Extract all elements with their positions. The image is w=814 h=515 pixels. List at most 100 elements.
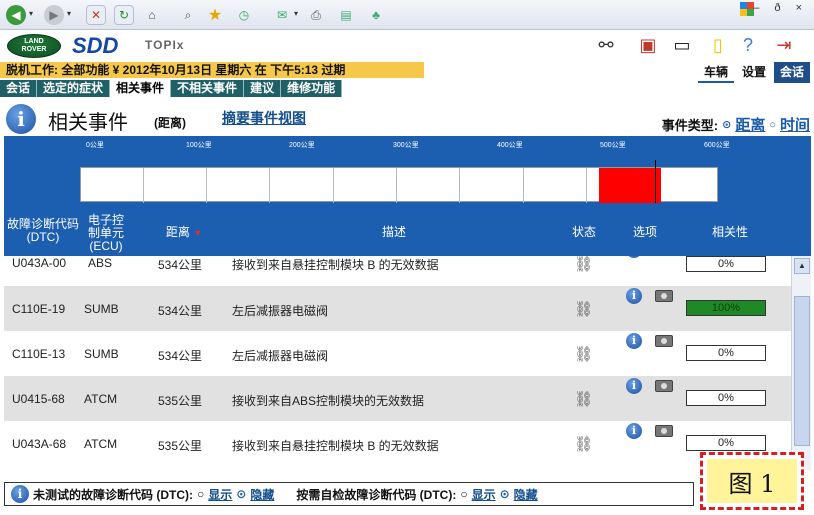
tab-recommendations[interactable]: 建议	[244, 80, 282, 97]
row-description: 接收到来自ABS控制模块的无效数据	[232, 394, 425, 408]
event-type-time[interactable]: 时间	[780, 114, 810, 135]
nav-session[interactable]: 会话	[773, 62, 810, 83]
favorites-icon[interactable]: ★	[205, 5, 225, 25]
col-dtc[interactable]: 故障诊断代码 (DTC)	[4, 218, 82, 244]
title-row: i 相关事件 (距离) 摘要事件视图 事件类型: ⊙ 距离 ○ 时间	[0, 100, 814, 136]
edit-icon[interactable]: ▤	[336, 5, 356, 25]
help-icon[interactable]: ?	[734, 32, 762, 58]
camera-icon[interactable]	[655, 335, 673, 347]
info-icon[interactable]: i	[626, 423, 642, 439]
radio-on-icon[interactable]: ⊙	[500, 487, 510, 501]
row-dtc: C110E-13	[12, 347, 66, 361]
summary-view-link[interactable]: 摘要事件视图	[222, 108, 306, 128]
vehicle-data-icon[interactable]: ▣	[634, 32, 662, 58]
info-icon[interactable]: i	[626, 378, 642, 394]
print-icon[interactable]: ⎙	[306, 5, 326, 25]
tab-unrelated-events[interactable]: 不相关事件	[171, 80, 245, 97]
scale-label: 400公里	[497, 142, 523, 149]
row-dtc: C110E-19	[12, 302, 66, 316]
brand-logo: LAND ROVER	[7, 34, 61, 58]
tab-selected-symptoms[interactable]: 选定的症状	[37, 80, 111, 97]
browser-toolbar: ◀ ▾ ▶ ▾ ✕ ↻ ⌂ ⌕ ★ ◷ ✉ ▾ ⎙ ▤ ♣ – ð ×	[0, 0, 814, 30]
table-row[interactable]: U0415-68 ATCM 535公里 接收到来自ABS控制模块的无效数据 ⛓ …	[4, 376, 791, 421]
col-relevance[interactable]: 相关性	[700, 226, 760, 239]
status-icon: ⛓	[574, 301, 594, 318]
exit-icon[interactable]: ⇥	[770, 32, 798, 58]
camera-icon[interactable]	[655, 425, 673, 437]
product-name: TOPIx	[145, 38, 185, 52]
mail-dropdown-icon[interactable]: ▾	[294, 9, 298, 18]
back-button[interactable]: ◀	[6, 5, 26, 25]
figure-label: 图 1	[707, 459, 797, 503]
camera-icon[interactable]	[655, 380, 673, 392]
table-row[interactable]: U043A-68 ATCM 535公里 接收到来自悬挂控制模块 B 的无效数据 …	[4, 421, 791, 466]
tab-repair-functions[interactable]: 维修功能	[281, 80, 343, 97]
timeline-tick	[523, 168, 524, 203]
info-icon[interactable]: i	[626, 333, 642, 349]
time-radio-icon[interactable]: ○	[769, 119, 776, 131]
untested-show-option[interactable]: 显示	[208, 486, 232, 503]
window-controls[interactable]: – ð ×	[753, 2, 808, 14]
search-icon[interactable]: ⌕	[178, 5, 198, 25]
col-description[interactable]: 描述	[364, 226, 424, 239]
row-distance: 534公里	[158, 349, 203, 363]
back-dropdown-icon[interactable]: ▾	[29, 9, 33, 18]
history-icon[interactable]: ◷	[234, 5, 254, 25]
table-row[interactable]: C110E-19 SUMB 534公里 左后减振器电磁阀 ⛓ i 100%	[4, 286, 791, 331]
session-status: 脱机工作: 全部功能 ¥ 2012年10月13日 星期六 在 下午5:13 过期	[0, 62, 424, 78]
status-icon: ⛓	[574, 346, 594, 363]
radio-off-icon[interactable]: ○	[460, 487, 467, 501]
untested-hide-option[interactable]: 隐藏	[250, 486, 274, 503]
home-icon[interactable]: ⌂	[142, 5, 162, 25]
row-ecu: ATCM	[84, 392, 118, 406]
figure-label-frame: 图 1	[700, 452, 804, 510]
row-description: 接收到来自悬挂控制模块 B 的无效数据	[232, 439, 439, 453]
event-timeline: 0公里 100公里 200公里 300公里 400公里 500公里 600公里	[4, 136, 811, 212]
info-icon[interactable]: i	[6, 104, 36, 134]
current-odometer-marker	[655, 160, 656, 203]
col-ecu[interactable]: 电子控 制单元 (ECU)	[82, 214, 130, 253]
messenger-icon[interactable]: ♣	[366, 5, 386, 25]
forward-dropdown-icon[interactable]: ▾	[67, 9, 71, 18]
timeline-tick	[143, 168, 144, 203]
info-icon[interactable]: i	[626, 288, 642, 304]
col-distance[interactable]: 距离 ▼	[154, 226, 214, 240]
scroll-thumb[interactable]	[794, 296, 810, 446]
row-distance: 534公里	[158, 304, 203, 318]
list-scrollbar[interactable]: ▲	[791, 256, 811, 470]
row-description: 左后减振器电磁阀	[232, 349, 329, 363]
radio-off-icon[interactable]: ○	[197, 487, 204, 501]
timeline-tick	[333, 168, 334, 203]
mail-icon[interactable]: ✉	[272, 5, 292, 25]
timeline-tick	[269, 168, 270, 203]
timeline-track[interactable]	[80, 160, 718, 203]
tab-related-events[interactable]: 相关事件	[110, 80, 172, 97]
tab-session[interactable]: 会话	[0, 80, 38, 97]
info-icon[interactable]: i	[11, 485, 29, 503]
camera-icon[interactable]	[655, 290, 673, 302]
nav-settings[interactable]: 设置	[735, 62, 772, 83]
event-type-distance[interactable]: 距离	[735, 114, 765, 135]
battery-icon[interactable]: ▭	[668, 32, 696, 58]
sort-desc-icon[interactable]: ▼	[193, 228, 202, 238]
nav-vehicle[interactable]: 车辆	[697, 62, 734, 83]
event-type-selector: 事件类型: ⊙ 距离 ○ 时间	[662, 114, 810, 135]
stop-icon[interactable]: ✕	[86, 5, 106, 25]
row-dtc: U0415-68	[12, 392, 65, 406]
scroll-up-icon[interactable]: ▲	[794, 258, 810, 274]
connection-icon[interactable]: ⚯	[592, 32, 620, 58]
table-row[interactable]: C110E-13 SUMB 534公里 左后减振器电磁阀 ⛓ i 0%	[4, 331, 791, 376]
refresh-icon[interactable]: ↻	[114, 5, 134, 25]
row-distance: 534公里	[158, 258, 203, 272]
event-hit-range[interactable]	[599, 168, 661, 203]
info-icon[interactable]: i	[626, 256, 642, 258]
status-icon: ⛓	[574, 391, 594, 408]
ondemand-hide-option[interactable]: 隐藏	[514, 486, 538, 503]
radio-on-icon[interactable]: ⊙	[236, 487, 246, 501]
forward-button[interactable]: ▶	[44, 5, 64, 25]
ondemand-show-option[interactable]: 显示	[472, 486, 496, 503]
notes-icon[interactable]: ▯	[704, 32, 732, 58]
status-icon: ⛓	[574, 436, 594, 453]
col-status[interactable]: 状态	[564, 226, 604, 239]
distance-radio-icon[interactable]: ⊙	[722, 118, 731, 131]
